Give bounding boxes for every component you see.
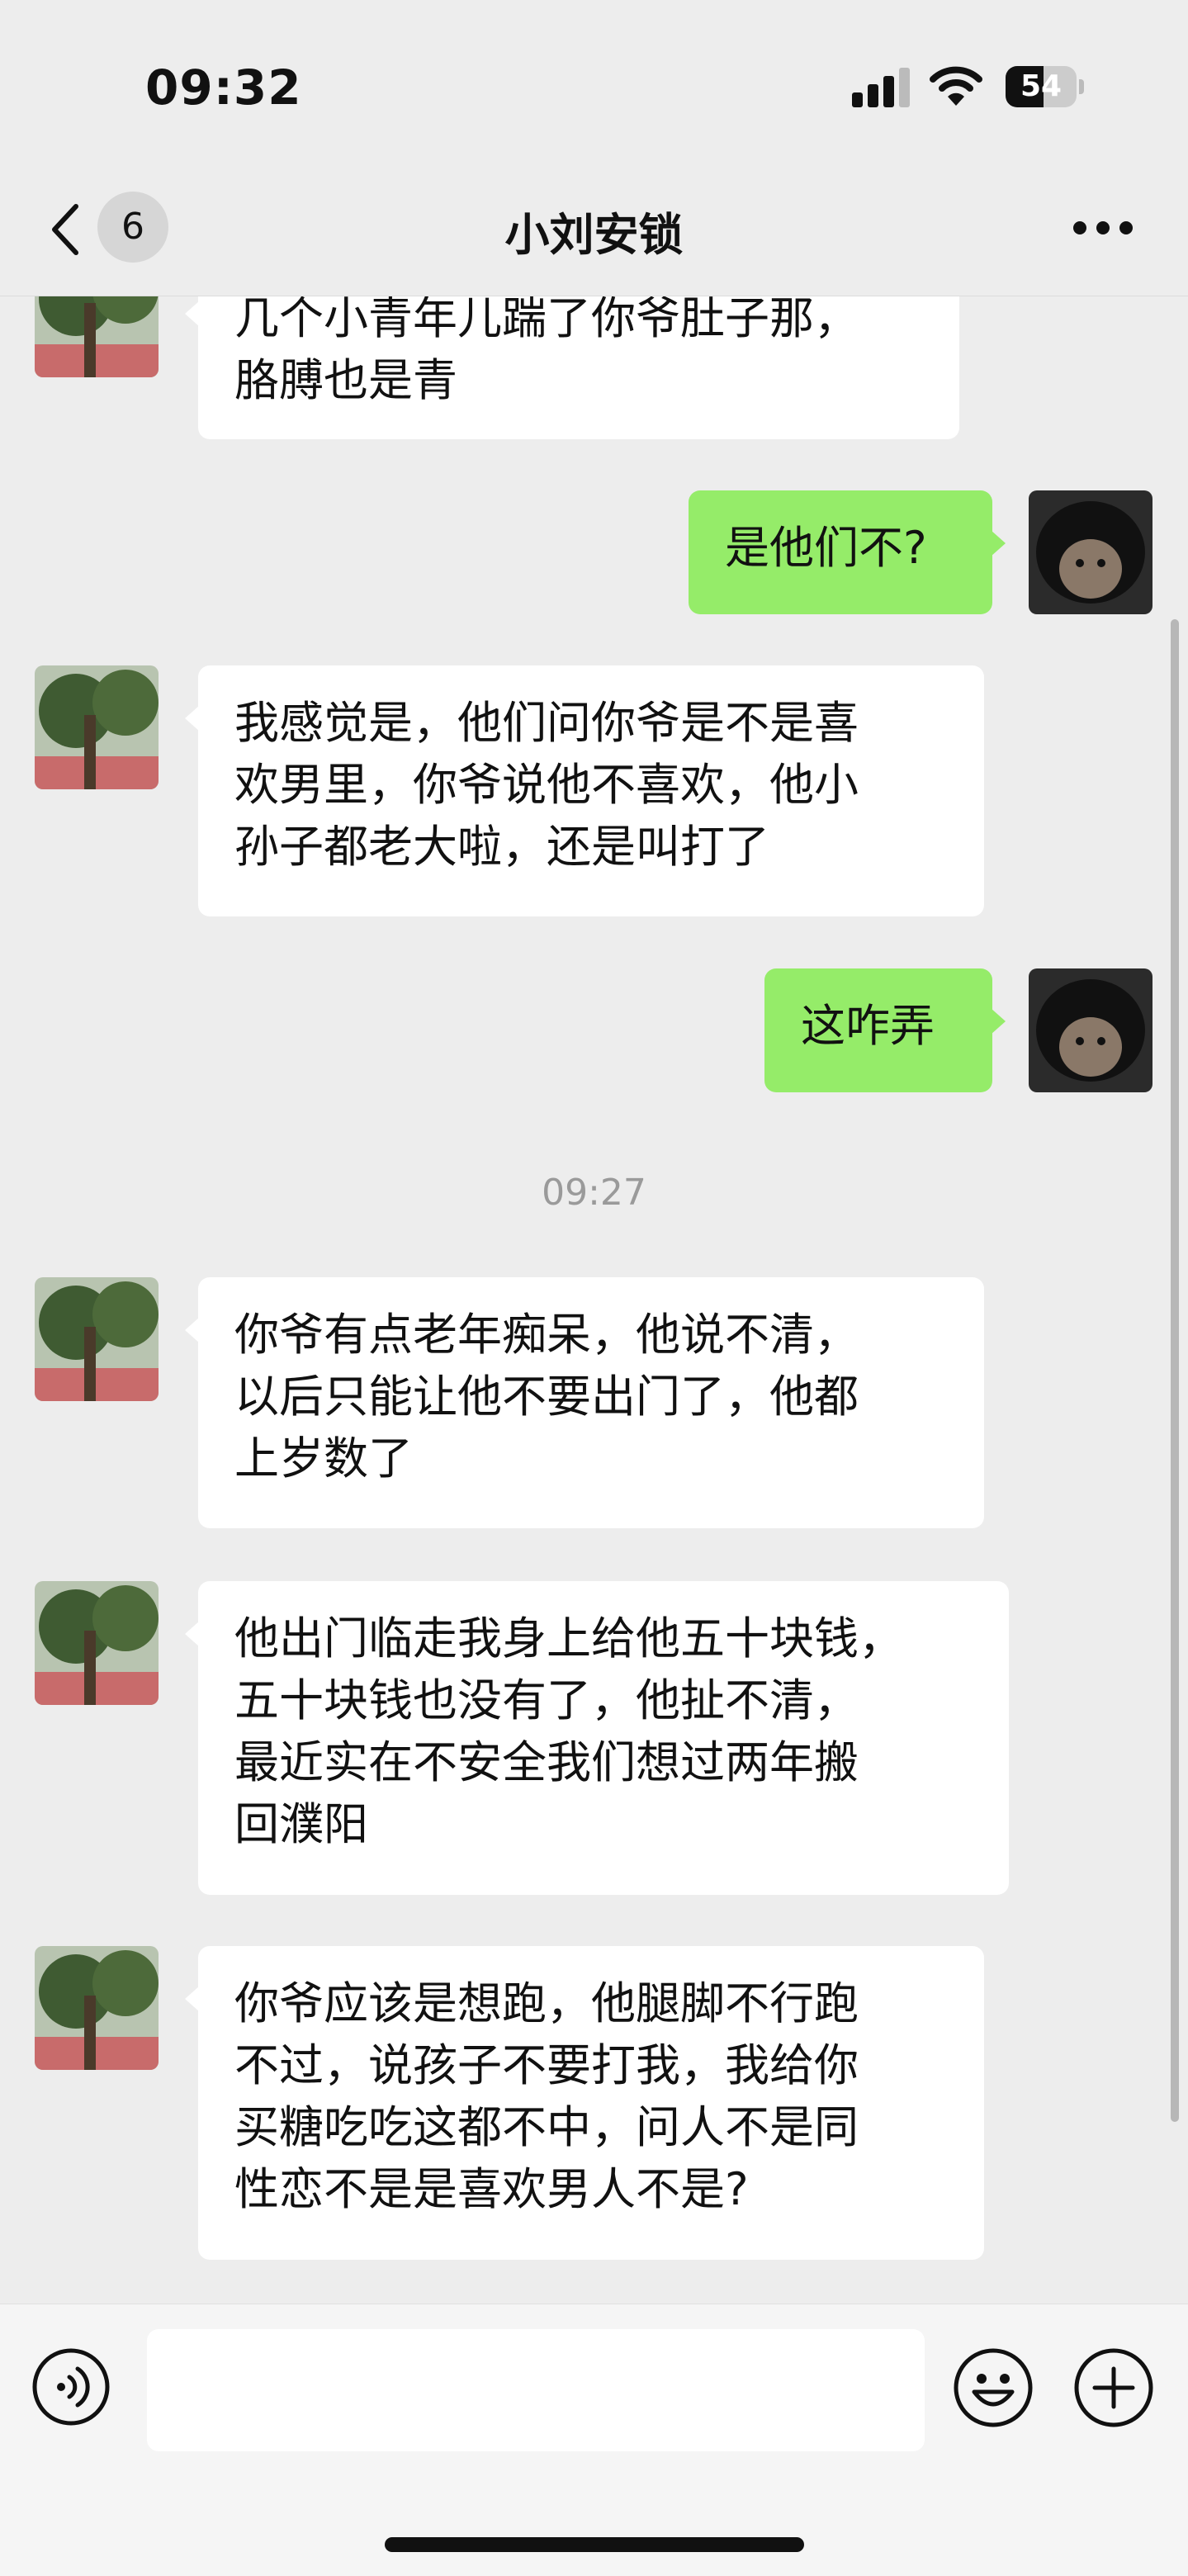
contact-avatar[interactable] xyxy=(35,1581,159,1705)
message-bubble-incoming[interactable]: 你爷有点老年痴呆，他说不清， 以后只能让他不要出门了，他都 上岁数了 xyxy=(185,1277,984,1528)
tree-photo-avatar-icon xyxy=(35,296,159,377)
message-bubble-incoming[interactable]: 几个小青年儿踹了你爷肚子那， 胳膊也是青 xyxy=(185,296,959,439)
cellular-signal-icon xyxy=(852,68,910,107)
voice-input-button[interactable] xyxy=(31,2347,111,2427)
chat-header: 小刘安锁 6 xyxy=(0,165,1188,296)
message-bubble-incoming[interactable]: 我感觉是，他们问你爷是不是喜 欢男里，你爷说他不喜欢，他小 孙子都老大啦，还是叫… xyxy=(185,665,984,916)
emoji-icon xyxy=(954,2348,1033,2427)
cat-helmet-avatar-icon xyxy=(1029,968,1153,1092)
emoji-button[interactable] xyxy=(953,2347,1034,2428)
contact-avatar[interactable] xyxy=(35,296,159,377)
message-bubble-incoming[interactable]: 你爷应该是想跑，他腿脚不行跑 不过，说孩子不要打我，我给你 买糖吃吃这都不中，问… xyxy=(185,1946,984,2260)
back-button[interactable] xyxy=(43,200,92,259)
message-list[interactable]: 几个小青年儿踹了你爷肚子那， 胳膊也是青 是他们不? 我感觉是，他们问你爷是不是… xyxy=(0,296,1188,2304)
message-bubble-outgoing[interactable]: 是他们不? xyxy=(689,490,1006,614)
contact-avatar[interactable] xyxy=(35,1277,159,1401)
home-indicator[interactable] xyxy=(385,2537,804,2552)
contact-avatar[interactable] xyxy=(35,665,159,789)
status-bar: 09:32 54 xyxy=(0,0,1188,165)
unread-count-badge[interactable]: 6 xyxy=(97,192,168,263)
timestamp-divider: 09:27 xyxy=(542,1172,646,1214)
user-avatar[interactable] xyxy=(1029,968,1153,1092)
contact-avatar[interactable] xyxy=(35,1946,159,2070)
user-avatar[interactable] xyxy=(1029,490,1153,614)
tree-photo-avatar-icon xyxy=(35,1277,159,1401)
status-time: 09:32 xyxy=(145,59,302,116)
cat-helmet-avatar-icon xyxy=(1029,490,1153,614)
more-options-button[interactable] xyxy=(1073,220,1133,239)
voice-icon xyxy=(32,2348,110,2426)
more-functions-button[interactable] xyxy=(1073,2347,1154,2428)
tree-photo-avatar-icon xyxy=(35,1581,159,1705)
plus-icon xyxy=(1074,2348,1153,2427)
wifi-icon xyxy=(930,63,982,107)
chevron-left-icon xyxy=(52,204,78,255)
message-bubble-outgoing[interactable]: 这咋弄 xyxy=(764,968,1006,1092)
battery-percent: 54 xyxy=(1020,69,1063,103)
scrollbar[interactable] xyxy=(1171,619,1179,2122)
chat-title: 小刘安锁 xyxy=(504,209,684,261)
tree-photo-avatar-icon xyxy=(35,665,159,789)
message-input[interactable] xyxy=(147,2329,925,2451)
message-bubble-incoming[interactable]: 他出门临走我身上给他五十块钱， 五十块钱也没有了，他扯不清， 最近实在不安全我们… xyxy=(185,1581,1009,1895)
battery-icon: 54 xyxy=(1006,66,1085,107)
input-bar xyxy=(0,2304,1188,2576)
tree-photo-avatar-icon xyxy=(35,1946,159,2070)
